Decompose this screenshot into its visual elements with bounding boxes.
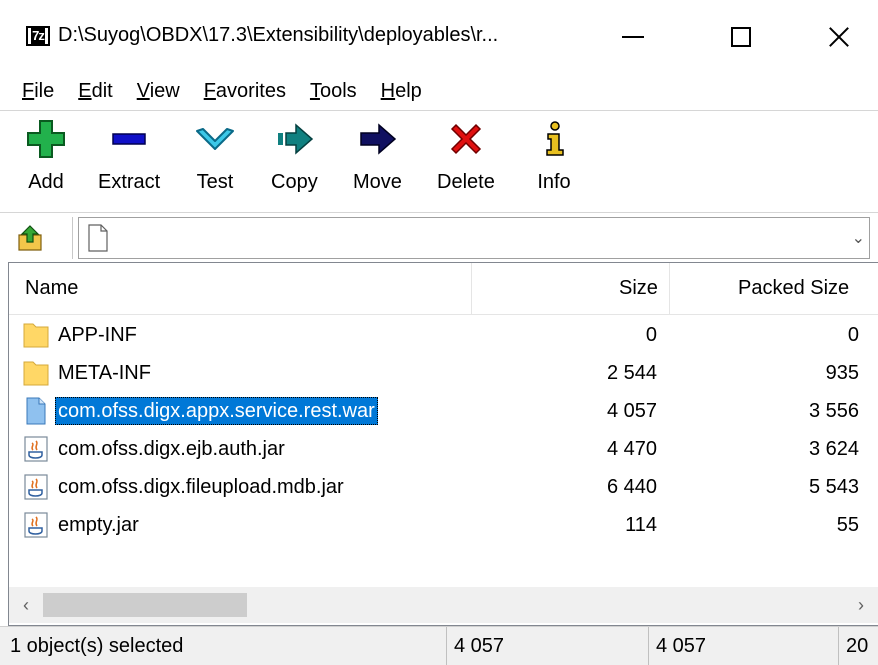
- extract-button[interactable]: Extract: [98, 117, 160, 194]
- x-icon: [444, 117, 488, 161]
- java-jar-icon: [24, 436, 48, 462]
- list-item-selected[interactable]: com.ofss.digx.appx.service.rest.war 4 05…: [9, 391, 878, 429]
- 7zip-logo-icon: 7z: [26, 26, 50, 46]
- move-label: Move: [353, 171, 402, 193]
- file-name: APP-INF: [58, 324, 137, 346]
- info-icon: [532, 117, 576, 161]
- status-packed-size: 4 057: [656, 635, 707, 657]
- column-header-packed-size[interactable]: Packed Size: [738, 277, 849, 300]
- horizontal-scrollbar[interactable]: ‹ ›: [9, 587, 878, 623]
- minimize-button[interactable]: [600, 14, 666, 60]
- delete-button[interactable]: Delete: [437, 117, 495, 194]
- list-item[interactable]: com.ofss.digx.fileupload.mdb.jar 6 440 5…: [9, 467, 878, 505]
- file-packed-size: 3 556: [808, 400, 859, 422]
- close-button[interactable]: [806, 14, 872, 60]
- status-separator: [446, 627, 447, 665]
- close-icon: [828, 26, 850, 48]
- file-name: com.ofss.digx.fileupload.mdb.jar: [58, 476, 344, 498]
- chevron-left-icon: ‹: [23, 594, 29, 615]
- maximize-icon: [731, 27, 751, 47]
- file-name: com.ofss.digx.ejb.auth.jar: [58, 438, 285, 460]
- test-button[interactable]: Test: [193, 117, 237, 194]
- list-item[interactable]: empty.jar 114 55: [9, 505, 878, 543]
- java-jar-icon: [24, 512, 48, 538]
- file-packed-size: 5 543: [808, 476, 859, 498]
- file-name: META-INF: [58, 362, 151, 384]
- folder-icon: [23, 361, 49, 386]
- file-packed-size: 0: [847, 324, 859, 346]
- file-packed-size: 55: [836, 514, 859, 536]
- file-size: 0: [645, 324, 657, 346]
- list-item[interactable]: com.ofss.digx.ejb.auth.jar 4 470 3 624: [9, 429, 878, 467]
- toolbar: Add Extract Test Copy Move Delete Info: [0, 110, 878, 212]
- file-size: 114: [625, 514, 657, 536]
- double-arrow-icon: [272, 117, 316, 161]
- info-label: Info: [537, 171, 571, 193]
- chevron-right-icon: ›: [858, 594, 864, 615]
- address-input[interactable]: ⌄: [78, 217, 870, 259]
- status-size: 4 057: [454, 635, 505, 657]
- extract-label: Extract: [98, 171, 161, 193]
- plus-icon: [24, 117, 68, 161]
- add-label: Add: [28, 171, 64, 193]
- delete-label: Delete: [437, 171, 495, 193]
- file-size: 4 057: [606, 400, 657, 422]
- file-icon: [26, 397, 46, 425]
- status-bar: 1 object(s) selected 4 057 4 057 20: [0, 626, 878, 665]
- list-item[interactable]: APP-INF 0 0: [9, 315, 878, 353]
- java-jar-icon: [24, 474, 48, 500]
- file-packed-size: 3 624: [808, 438, 859, 460]
- folder-icon: [23, 323, 49, 348]
- menu-favorites[interactable]: Favorites: [204, 80, 286, 103]
- title-bar: 7z D:\Suyog\OBDX\17.3\Extensibility\depl…: [0, 0, 878, 72]
- info-button[interactable]: Info: [532, 117, 576, 194]
- file-list[interactable]: Name Size Packed Size APP-INF 0 0 META-I…: [8, 262, 878, 626]
- column-separator[interactable]: [471, 263, 472, 315]
- list-item[interactable]: META-INF 2 544 935: [9, 353, 878, 391]
- menu-edit[interactable]: Edit: [78, 80, 112, 103]
- status-selection: 1 object(s) selected: [10, 635, 184, 657]
- maximize-button[interactable]: [708, 14, 774, 60]
- address-bar: ⌄: [0, 212, 878, 262]
- document-icon: [88, 224, 108, 252]
- list-header: Name Size Packed Size: [9, 263, 878, 315]
- file-name: com.ofss.digx.appx.service.rest.war: [55, 397, 378, 425]
- arrow-right-icon: [355, 117, 399, 161]
- copy-button[interactable]: Copy: [271, 117, 318, 194]
- scrollbar-thumb[interactable]: [43, 593, 247, 617]
- file-packed-size: 935: [825, 362, 859, 384]
- address-divider: [72, 217, 73, 259]
- folder-up-icon: [18, 225, 42, 251]
- menu-view[interactable]: View: [137, 80, 180, 103]
- column-header-name[interactable]: Name: [25, 277, 78, 300]
- move-button[interactable]: Move: [353, 117, 402, 194]
- scroll-left-button[interactable]: ‹: [9, 587, 43, 623]
- menu-tools[interactable]: Tools: [310, 80, 357, 103]
- file-name: empty.jar: [58, 514, 139, 536]
- check-chevron-icon: [193, 117, 237, 161]
- minimize-icon: [622, 36, 644, 38]
- add-button[interactable]: Add: [24, 117, 68, 194]
- parent-folder-button[interactable]: [14, 221, 48, 255]
- file-size: 6 440: [606, 476, 657, 498]
- menu-bar: File Edit View Favorites Tools Help: [0, 72, 878, 110]
- column-separator[interactable]: [669, 263, 670, 315]
- scroll-right-button[interactable]: ›: [844, 587, 878, 623]
- column-header-size[interactable]: Size: [619, 277, 658, 300]
- menu-file[interactable]: File: [22, 80, 54, 103]
- file-size: 2 544: [606, 362, 657, 384]
- chevron-down-icon[interactable]: ⌄: [852, 228, 865, 248]
- copy-label: Copy: [271, 171, 318, 193]
- file-size: 4 470: [606, 438, 657, 460]
- status-separator: [648, 627, 649, 665]
- status-separator: [838, 627, 839, 665]
- minus-icon: [107, 117, 151, 161]
- test-label: Test: [196, 171, 234, 193]
- menu-help[interactable]: Help: [381, 80, 422, 103]
- window-title: D:\Suyog\OBDX\17.3\Extensibility\deploya…: [58, 24, 499, 46]
- status-extra: 20: [846, 635, 869, 657]
